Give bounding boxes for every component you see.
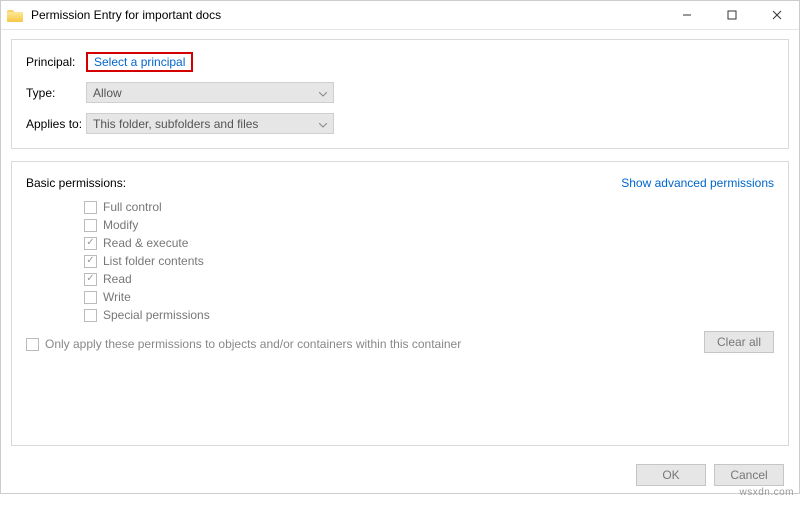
content: Principal: Select a principal Type: Allo… [1, 30, 799, 456]
clear-all-button[interactable]: Clear all [704, 331, 774, 353]
watermark: wsxdn.com [739, 487, 794, 498]
ok-button[interactable]: OK [636, 464, 706, 486]
permission-checkbox[interactable] [84, 219, 97, 232]
maximize-button[interactable] [709, 1, 754, 29]
permission-label: Modify [103, 218, 138, 232]
chevron-down-icon [319, 117, 327, 131]
dialog-buttons: OK Cancel [636, 464, 784, 486]
permission-label: Write [103, 290, 131, 304]
permission-checkbox[interactable] [84, 273, 97, 286]
permission-item[interactable]: Modify [84, 216, 774, 234]
permission-label: Special permissions [103, 308, 210, 322]
permission-checkbox[interactable] [84, 309, 97, 322]
chevron-down-icon [319, 86, 327, 100]
show-advanced-permissions-link[interactable]: Show advanced permissions [621, 176, 774, 190]
permission-item[interactable]: Special permissions [84, 306, 774, 324]
permission-checkbox[interactable] [84, 237, 97, 250]
permission-list: Full control Modify Read & execute List fol… [84, 198, 774, 324]
permission-checkbox[interactable] [84, 255, 97, 268]
cancel-button[interactable]: Cancel [714, 464, 784, 486]
permission-checkbox[interactable] [84, 291, 97, 304]
permission-label: Read & execute [103, 236, 188, 250]
titlebar[interactable]: Permission Entry for important docs [1, 1, 799, 30]
only-apply-option[interactable]: Only apply these permissions to objects … [26, 337, 461, 351]
basic-permissions-heading: Basic permissions: [26, 176, 126, 190]
window-title: Permission Entry for important docs [31, 8, 664, 22]
window: Permission Entry for important docs Prin… [0, 0, 800, 494]
folder-icon [7, 8, 23, 22]
permission-item[interactable]: Full control [84, 198, 774, 216]
appliesto-value: This folder, subfolders and files [93, 117, 258, 131]
type-label: Type: [26, 86, 86, 100]
close-button[interactable] [754, 1, 799, 29]
permission-item[interactable]: Read [84, 270, 774, 288]
permission-item[interactable]: Write [84, 288, 774, 306]
permission-label: Read [103, 272, 132, 286]
type-value: Allow [93, 86, 122, 100]
highlight-box: Select a principal [86, 52, 193, 72]
permission-item[interactable]: Read & execute [84, 234, 774, 252]
permission-checkbox[interactable] [84, 201, 97, 214]
minimize-button[interactable] [664, 1, 709, 29]
principal-group: Principal: Select a principal Type: Allo… [11, 39, 789, 149]
permission-item[interactable]: List folder contents [84, 252, 774, 270]
appliesto-label: Applies to: [26, 117, 86, 131]
only-apply-label: Only apply these permissions to objects … [45, 337, 461, 351]
principal-label: Principal: [26, 55, 86, 69]
only-apply-checkbox[interactable] [26, 338, 39, 351]
permissions-group: Basic permissions: Show advanced permiss… [11, 161, 789, 446]
permission-label: Full control [103, 200, 162, 214]
select-principal-link[interactable]: Select a principal [88, 52, 191, 72]
appliesto-combobox[interactable]: This folder, subfolders and files [86, 113, 334, 134]
permission-label: List folder contents [103, 254, 204, 268]
type-combobox[interactable]: Allow [86, 82, 334, 103]
